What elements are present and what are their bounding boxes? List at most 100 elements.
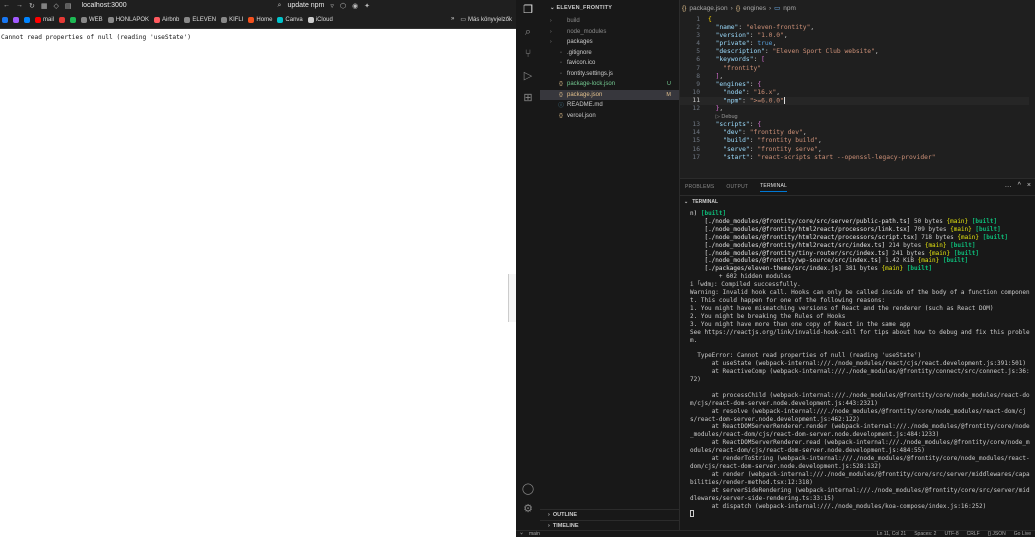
code-line[interactable]: 6 "keywords": [	[680, 56, 1035, 64]
close-icon[interactable]: ×	[1027, 182, 1031, 189]
file-tree-item[interactable]: › packages	[540, 37, 679, 48]
code-line[interactable]: ▷ Debug	[680, 113, 1035, 121]
file-tree-item[interactable]: {} package-lock.json U	[540, 79, 679, 90]
terminal-line: Warning: Invalid hook call. Hooks can on…	[690, 289, 1030, 304]
bookmark-item[interactable]: mail	[35, 16, 54, 23]
status-item[interactable]: Spaces: 2	[914, 531, 936, 537]
bookmark-item[interactable]	[70, 16, 77, 23]
code-line[interactable]: 15 "build": "frontity build",	[680, 137, 1035, 145]
file-tree-item[interactable]: ◦ frontity.settings.js	[540, 69, 679, 80]
more-icon[interactable]: …	[1005, 182, 1012, 189]
file-tree-item[interactable]: ◦ .gitignore	[540, 48, 679, 59]
panel-tab[interactable]: TERMINAL	[760, 183, 788, 192]
bookmark-item[interactable]: Canva	[277, 16, 303, 23]
terminal-header[interactable]: ⌄ TERMINAL	[680, 195, 1035, 207]
editor-scrollbar[interactable]	[1029, 16, 1035, 178]
code-line[interactable]: 5 "description": "Eleven Sport Club webs…	[680, 48, 1035, 56]
code-line[interactable]: 14 "dev": "frontity dev",	[680, 129, 1035, 137]
status-item[interactable]: CRLF	[967, 531, 980, 537]
maximize-icon[interactable]: ^	[1018, 182, 1021, 189]
bookmark-item[interactable]: KIFLI	[221, 16, 243, 23]
bookmark-item[interactable]: HONLAPOK	[107, 16, 149, 23]
file-tree-item[interactable]: ⓘ README.md	[540, 100, 679, 111]
bookmark-item[interactable]: ELEVEN	[184, 16, 216, 23]
code-editor[interactable]: {} package.json ›{} engines › ▭ npm 1{2 "name"…	[680, 0, 1035, 178]
outline-section[interactable]: › OUTLINE	[540, 509, 680, 520]
file-tree-item[interactable]: {} package.json M	[540, 89, 679, 100]
line-number	[680, 113, 708, 121]
breadcrumb-item[interactable]: package.json	[689, 5, 727, 12]
file-name: vercel.json	[567, 112, 596, 119]
status-item[interactable]: {} JSON	[988, 531, 1006, 537]
extensions-puzzle-icon[interactable]: ✦	[364, 2, 370, 10]
code-line[interactable]: 11 "npm": ">=6.0.0"	[680, 96, 1035, 106]
search-icon[interactable]: ⌕	[521, 25, 535, 39]
run-debug-icon[interactable]: ▷	[521, 69, 535, 83]
line-number: 9	[696, 80, 700, 88]
extensions-icon[interactable]: ⊞	[521, 91, 535, 105]
source-control-icon[interactable]: ⑂	[521, 47, 535, 61]
bookmark-item[interactable]	[2, 16, 8, 23]
code-line[interactable]: 10 "node": "16.x",	[680, 89, 1035, 97]
line-content: "scripts": {	[715, 121, 762, 129]
pocket-icon[interactable]: ▿	[330, 2, 334, 10]
scrollbar[interactable]	[508, 274, 516, 322]
explorer-root[interactable]: ⌄ ELEVEN_FRONTITY	[540, 0, 679, 16]
tabs-icon[interactable]: ▦	[41, 2, 48, 10]
reload-icon[interactable]: ↻	[29, 2, 35, 10]
panel-tab[interactable]: PROBLEMS	[685, 184, 714, 190]
line-number: 8	[696, 72, 700, 80]
code-line[interactable]: 4 "private": true,	[680, 40, 1035, 48]
bookmark-item[interactable]: Home	[248, 16, 272, 23]
search-tab[interactable]: update npm	[287, 2, 324, 9]
bookmark-item[interactable]	[24, 16, 30, 23]
more-bookmarks-icon[interactable]: »	[451, 16, 454, 23]
code-line[interactable]: 1{	[680, 16, 1035, 24]
settings-gear-icon[interactable]: ⚙	[521, 502, 535, 516]
browser-toolbar: ← → ↻ ▦ ◇ ▤ localhost:3000 ⌕ update npm …	[0, 0, 516, 11]
file-tree-item[interactable]: ◦ favicon.ico	[540, 58, 679, 69]
bookmark-item[interactable]: Airbnb	[154, 16, 179, 23]
account-icon[interactable]: ◯	[521, 482, 535, 496]
favicon-icon	[70, 16, 77, 23]
code-line[interactable]: 3 "version": "1.0.0",	[680, 32, 1035, 40]
branch-name[interactable]: main	[529, 531, 540, 537]
info-icon: ⓘ	[558, 103, 564, 110]
terminal-line: n) [built]	[690, 210, 727, 217]
bookmark-item[interactable]	[13, 16, 19, 23]
code-line[interactable]: 9 "engines": {	[680, 81, 1035, 89]
file-tree-item[interactable]: › node_modules	[540, 27, 679, 38]
page-info-icon[interactable]: ▤	[65, 2, 72, 10]
line-number: 2	[696, 24, 700, 32]
bookmark-item[interactable]: iCloud	[307, 16, 333, 23]
address-bar[interactable]: localhost:3000	[82, 2, 272, 9]
status-item[interactable]: UTF-8	[944, 531, 958, 537]
code-lines[interactable]: 1{2 "name": "eleven-frontity", 3 "version…	[680, 16, 1035, 162]
code-line[interactable]: 13 "scripts": {	[680, 121, 1035, 129]
code-line[interactable]: 12 },	[680, 105, 1035, 113]
other-bookmarks[interactable]: ▭ Más könyvjelzők	[460, 16, 512, 24]
explorer-icon[interactable]: ❐	[521, 3, 535, 17]
code-line[interactable]: 7 "frontity"	[680, 65, 1035, 73]
panel-tab[interactable]: OUTPUT	[726, 184, 748, 190]
code-line[interactable]: 8 ],	[680, 73, 1035, 81]
code-line[interactable]: 16 "serve": "frontity serve",	[680, 146, 1035, 154]
line-number: 6	[696, 56, 700, 64]
extension-icon[interactable]: ⬡	[340, 2, 346, 10]
breadcrumb-item[interactable]: engines	[743, 5, 766, 12]
terminal-output[interactable]: n) [built] [./node_modules/@frontity/cor…	[680, 207, 1035, 518]
account-icon[interactable]: ◉	[352, 2, 358, 10]
status-item[interactable]: Ln 11, Col 21	[877, 531, 906, 537]
bookmark-item[interactable]	[59, 16, 66, 23]
bookmark-item[interactable]: WEB	[81, 16, 103, 23]
code-line[interactable]: 2 "name": "eleven-frontity",	[680, 24, 1035, 32]
page-content: Cannot read properties of null (reading …	[0, 29, 516, 537]
file-tree-item[interactable]: › build	[540, 16, 679, 27]
status-item[interactable]: Go Live	[1014, 531, 1031, 537]
code-line[interactable]: 17 "start": "react-scripts start --opens…	[680, 154, 1035, 162]
back-icon[interactable]: ←	[3, 2, 10, 9]
file-tree-item[interactable]: {} vercel.json	[540, 111, 679, 122]
forward-icon[interactable]: →	[16, 2, 23, 9]
breadcrumb-item[interactable]: npm	[783, 5, 796, 12]
shield-icon[interactable]: ◇	[54, 2, 59, 10]
